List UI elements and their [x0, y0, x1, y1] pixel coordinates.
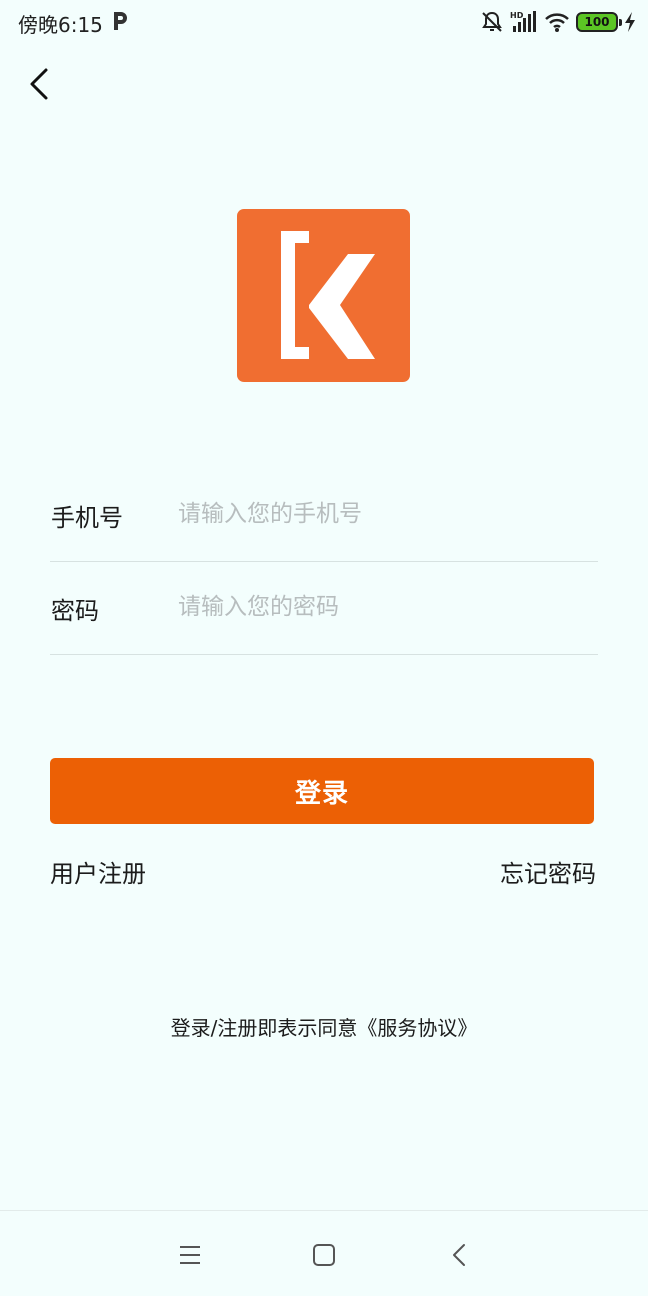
phone-input[interactable] [178, 494, 588, 534]
network-label: HD [510, 11, 524, 20]
battery-icon: 100 [576, 12, 622, 32]
nav-back-icon[interactable] [446, 1241, 474, 1269]
chevron-left-icon[interactable] [22, 62, 62, 106]
password-input[interactable] [178, 587, 588, 627]
password-label: 密码 [51, 597, 99, 625]
menu-icon[interactable] [176, 1241, 204, 1269]
login-button[interactable]: 登录 [50, 758, 594, 824]
wifi-icon [545, 13, 569, 32]
system-nav-bar [0, 1210, 648, 1296]
app-logo-icon [281, 231, 375, 359]
service-agreement-text[interactable]: 登录/注册即表示同意《服务协议》 [0, 1012, 648, 1041]
home-square-icon[interactable] [310, 1241, 338, 1269]
password-row: 密码 [50, 561, 598, 655]
charging-bolt-icon [625, 12, 635, 32]
app-logo [237, 209, 410, 382]
signal-icon: HD [510, 11, 536, 32]
phone-row: 手机号 [50, 468, 598, 562]
status-icons: HD 100 [480, 8, 636, 36]
mute-bell-icon [482, 11, 502, 32]
status-bar: 傍晚6:15 HD 100 [0, 0, 648, 44]
register-link[interactable]: 用户注册 [50, 854, 146, 889]
battery-level: 100 [584, 15, 610, 29]
forgot-password-link[interactable]: 忘记密码 [500, 854, 596, 889]
phone-label: 手机号 [51, 504, 123, 532]
parking-app-icon [114, 12, 127, 30]
status-time: 傍晚6:15 [18, 13, 103, 37]
login-screen: 傍晚6:15 HD 100 手机号 请输入您的手机号 密码 登录 用户注册 忘记… [0, 0, 648, 1296]
